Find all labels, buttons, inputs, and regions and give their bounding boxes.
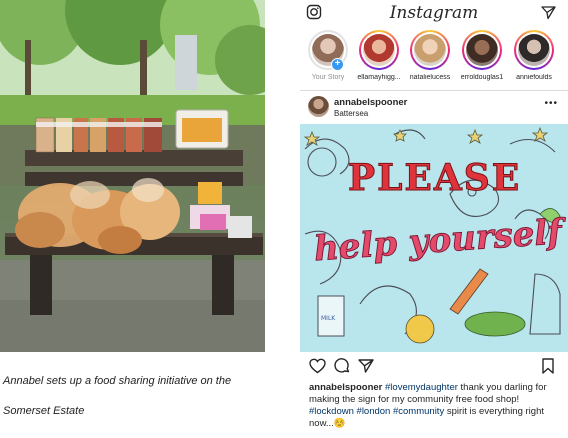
please-help-yourself-drawing: MILK PLEASE help yourself bbox=[300, 124, 568, 352]
comment-icon[interactable] bbox=[334, 358, 350, 379]
add-story-icon[interactable]: + bbox=[331, 58, 344, 71]
smiling-face-emoji: ☺️ bbox=[333, 418, 346, 429]
instagram-screen: Instagram + Your Story ellamayhigg... na… bbox=[300, 0, 568, 438]
paper-plane-icon[interactable] bbox=[541, 5, 556, 25]
avatar bbox=[363, 34, 395, 66]
story-ellamayhigg[interactable]: ellamayhigg... bbox=[355, 30, 403, 81]
instagram-wordmark: Instagram bbox=[389, 3, 479, 23]
post-image[interactable]: MILK PLEASE help yourself bbox=[300, 124, 568, 352]
caption-line-2: Somerset Estate bbox=[3, 405, 85, 417]
post-username[interactable]: annabelspooner bbox=[334, 97, 407, 108]
instagram-header: Instagram bbox=[300, 0, 568, 28]
share-icon[interactable] bbox=[358, 358, 374, 379]
more-options-icon[interactable]: ••• bbox=[544, 98, 558, 109]
divider bbox=[300, 90, 568, 91]
post-avatar[interactable] bbox=[308, 96, 329, 117]
stories-bar: + Your Story ellamayhigg... natalieluces… bbox=[300, 30, 568, 86]
caption-tag-london[interactable]: #london bbox=[357, 406, 391, 417]
bookmark-icon[interactable] bbox=[541, 358, 555, 379]
story-name: anniefoulds bbox=[516, 74, 552, 81]
story-name: erroldouglas1 bbox=[460, 74, 504, 81]
avatar bbox=[414, 34, 446, 66]
avatar bbox=[466, 34, 498, 66]
story-erroldouglas1[interactable]: erroldouglas1 bbox=[458, 30, 506, 81]
story-name: ellamayhigg... bbox=[357, 74, 401, 81]
caption-tag-lovemydaughter[interactable]: #lovemydaughter bbox=[385, 382, 458, 393]
photo-caption: Annabel sets up a food sharing initiativ… bbox=[3, 366, 265, 426]
food-bench-photo bbox=[0, 0, 265, 352]
photo-illustration bbox=[0, 0, 265, 352]
caption-tag-lockdown[interactable]: #lockdown bbox=[309, 406, 354, 417]
milk-carton-label: MILK bbox=[321, 315, 336, 322]
caption-line-1: Annabel sets up a food sharing initiativ… bbox=[3, 375, 232, 387]
post-caption: annabelspooner #lovemydaughter thank you… bbox=[309, 382, 559, 430]
story-anniefoulds[interactable]: anniefoulds bbox=[510, 30, 558, 81]
story-natalielucess[interactable]: natalielucess bbox=[406, 30, 454, 81]
post-location[interactable]: Battersea bbox=[334, 109, 368, 118]
story-name: Your Story bbox=[311, 74, 345, 81]
caption-tag-community[interactable]: #community bbox=[393, 406, 444, 417]
please-text: PLEASE bbox=[348, 157, 521, 199]
heart-icon[interactable] bbox=[309, 358, 326, 379]
post-header: annabelspooner Battersea ••• bbox=[300, 94, 568, 122]
post-actions bbox=[300, 358, 568, 378]
avatar bbox=[518, 34, 550, 66]
caption-username[interactable]: annabelspooner bbox=[309, 382, 382, 393]
story-your-story[interactable]: + Your Story bbox=[304, 30, 352, 81]
story-name: natalielucess bbox=[409, 74, 451, 81]
